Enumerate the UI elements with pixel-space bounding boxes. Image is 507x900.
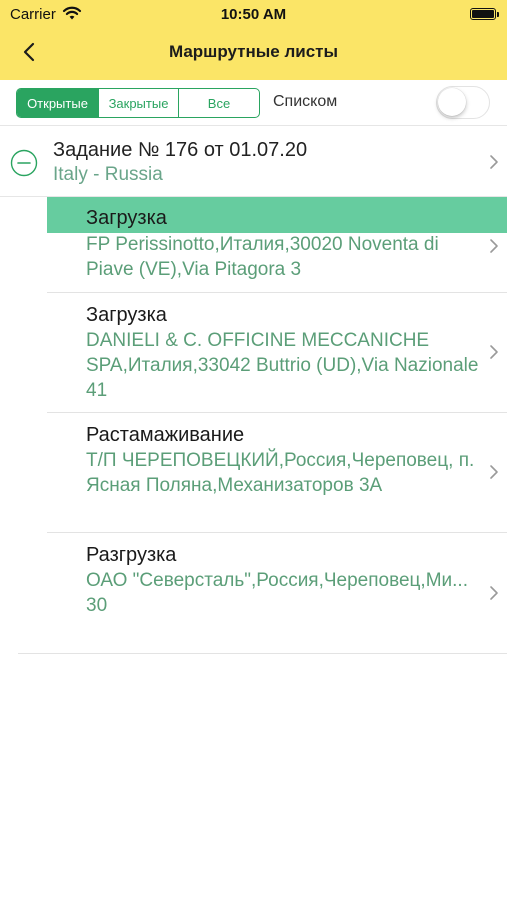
battery-icon [470,8,499,20]
minus-circle-icon[interactable] [10,149,38,177]
task-title: Задание № 176 от 01.07.20 [53,139,308,161]
stop-address: FP Perissinotto,Италия,30020 Noventa di … [86,234,439,280]
status-bar: Carrier 10:50 AM [0,0,507,28]
segment-closed[interactable]: Закрытые [99,89,179,117]
chevron-right-icon [490,586,498,600]
stop-row-1-address[interactable]: FP Perissinotto,Италия,30020 Noventa di … [47,233,507,291]
task-header-row[interactable]: Задание № 176 от 01.07.20 Italy - Russia [0,127,507,197]
stop-address: ОАО "Северсталь",Россия,Череповец,Ми... … [86,570,468,616]
stop-row-1[interactable]: Загрузка [47,197,507,233]
toggle-knob [438,88,466,116]
list-mode-toggle[interactable] [436,86,490,119]
chevron-right-icon [490,155,498,169]
chevron-right-icon [490,239,498,253]
stop-type: Разгрузка [86,544,177,566]
stop-type: Растамаживание [86,424,245,446]
status-segmented-control: Открытые Закрытые Все [16,88,260,118]
filter-bar: Открытые Закрытые Все Списком [0,80,507,126]
stop-row-4[interactable]: Разгрузка ОАО "Северсталь",Россия,Черепо… [47,533,507,653]
stop-row-3[interactable]: Растамаживание Т/П ЧЕРЕПОВЕЦКИЙ,Россия,Ч… [47,413,507,532]
segment-all[interactable]: Все [179,89,259,117]
stop-address: DANIELI & C. OFFICINE MECCANICHE SPA,Ита… [86,330,479,401]
navigation-bar: Carrier 10:50 AM Маршрутные листы [0,0,507,80]
stop-address: Т/П ЧЕРЕПОВЕЦКИЙ,Россия,Череповец, п. Яс… [86,450,475,496]
status-time: 10:50 AM [220,6,287,23]
stop-row-2[interactable]: Загрузка DANIELI & C. OFFICINE MECCANICH… [47,293,507,412]
task-route: Italy - Russia [53,164,163,185]
segment-open[interactable]: Открытые [17,89,99,117]
stop-type: Загрузка [86,207,167,229]
chevron-right-icon [490,465,498,479]
chevron-right-icon [490,345,498,359]
page-title: Маршрутные листы [168,42,339,61]
list-mode-label: Списком [273,93,338,110]
stop-type: Загрузка [86,304,167,326]
list-bottom-divider [18,653,507,654]
